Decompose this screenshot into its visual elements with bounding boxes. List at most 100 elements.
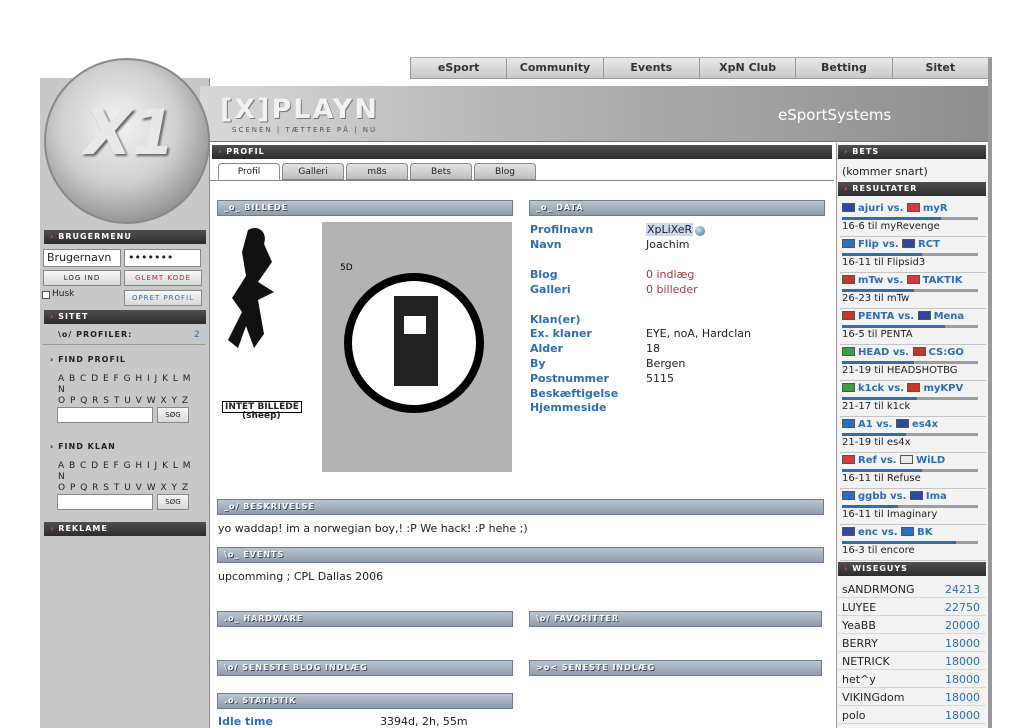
match-teams[interactable]: Flip vs. RCT (842, 239, 940, 250)
match-row[interactable]: enc vs. BK 16-3 til encore (840, 525, 986, 561)
profile-search-button[interactable]: SØG (157, 407, 189, 423)
wiseguy-row[interactable]: het^y 18000 (838, 670, 986, 688)
match-row[interactable]: ajuri vs. myR 16-6 til myRevenge (840, 201, 986, 237)
remember-checkbox[interactable] (42, 291, 50, 299)
match-row[interactable]: Flip vs. RCT 16-11 til Flipsid3 (840, 237, 986, 273)
no-picture-subcaption: (sheep) (242, 411, 281, 421)
tab-galleri[interactable]: Galleri (282, 163, 344, 180)
match-teams[interactable]: enc vs. BK (842, 527, 932, 538)
match-teams[interactable]: k1ck vs. myKPV (842, 383, 963, 394)
match-row[interactable]: mTw vs. TAKTIK 26-23 til mTw (840, 273, 986, 309)
navn-label: Navn (530, 238, 562, 251)
nav-esport[interactable]: eSport (410, 58, 506, 78)
wiseguy-score: 20000 (945, 619, 980, 632)
match-row[interactable]: PENTA vs. Mena 16-5 til PENTA (840, 309, 986, 345)
match-teams[interactable]: HEAD vs. CS:GO (842, 347, 964, 358)
match-teams[interactable]: ajuri vs. myR (842, 203, 948, 214)
wiseguy-row[interactable]: sANDRMONG 24213 (838, 580, 986, 598)
team1-name: ggbb (858, 491, 887, 502)
match-teams[interactable]: ggbb vs. Ima (842, 491, 947, 502)
match-row[interactable]: A1 vs. es4x 21-19 til es4x (840, 417, 986, 453)
team2-name: BK (917, 527, 933, 538)
match-result: 16-11 til Imaginary (842, 509, 938, 520)
profile-search-input[interactable] (57, 407, 153, 423)
wiseguy-name[interactable]: BERRY (842, 637, 878, 650)
match-teams[interactable]: PENTA vs. Mena (842, 311, 964, 322)
wiseguy-name[interactable]: YeaBB (842, 619, 876, 632)
team1-name: mTw (858, 275, 884, 286)
nav-community[interactable]: Community (506, 58, 602, 78)
site-logo[interactable]: [X]PLAYN (220, 94, 379, 125)
bets-header: › BETS (838, 145, 986, 159)
score-bar-fill (842, 469, 923, 472)
clan-search-button[interactable]: SØG (157, 494, 189, 510)
profile-letters[interactable]: A B C D E F G H I J K L M NO P Q R S T U… (58, 374, 198, 407)
match-teams[interactable]: Ref vs. WiLD (842, 455, 945, 466)
match-teams[interactable]: mTw vs. TAKTIK (842, 275, 962, 286)
profilnavn-value[interactable]: XpLiXeR (646, 223, 694, 236)
galleri-label[interactable]: Galleri (530, 283, 571, 296)
team1-name: HEAD (858, 347, 890, 358)
wiseguy-row[interactable]: YeaBB 20000 (838, 616, 986, 634)
nav-sitet[interactable]: Sitet (891, 58, 988, 78)
nav-betting[interactable]: Betting (795, 58, 891, 78)
tab-blog[interactable]: Blog (474, 163, 536, 180)
by-value: Bergen (646, 357, 686, 370)
forgot-password-button[interactable]: GLEMT KODE (124, 270, 202, 286)
wiseguy-score: 18000 (945, 709, 980, 722)
tab-bets[interactable]: Bets (410, 163, 472, 180)
tab-m8s[interactable]: m8s (346, 163, 408, 180)
nav-xpn-club[interactable]: XpN Club (698, 58, 795, 78)
match-row[interactable]: k1ck vs. myKPV 21-17 til k1ck (840, 381, 986, 417)
wiseguy-row[interactable]: LUYEE 22750 (838, 598, 986, 616)
wiseguy-row[interactable]: VIKINGdom 18000 (838, 688, 986, 706)
site-title: SITET (58, 312, 89, 321)
status-orb-icon (695, 226, 705, 236)
wiseguy-name[interactable]: polo (842, 709, 866, 722)
create-profile-button[interactable]: OPRET PROFIL (124, 290, 202, 306)
tab-profil[interactable]: Profil (218, 163, 280, 180)
score-bar-fill (842, 505, 898, 508)
team2-name: CS:GO (928, 347, 964, 358)
wiseguy-name[interactable]: LUYEE (842, 601, 876, 614)
vs-label: vs. (897, 311, 915, 322)
wiseguy-row[interactable]: NETRICK 18000 (838, 652, 986, 670)
clan-search-input[interactable] (57, 494, 153, 510)
match-row[interactable]: Ref vs. WiLD 16-11 til Refuse (840, 453, 986, 489)
score-bar-fill (842, 325, 946, 328)
login-button[interactable]: LOG IND (43, 270, 121, 286)
bar-smiley: \o/ (536, 614, 555, 623)
wiseguys-title: WISEGUYS (852, 564, 908, 573)
wiseguy-name[interactable]: VIKINGdom (842, 691, 904, 704)
site-tagline: SCENEN | TÆTTERE PÅ | NU (232, 126, 378, 134)
password-input[interactable]: ••••••• (124, 249, 201, 267)
team2-name: Mena (933, 311, 965, 322)
clan-letters-row1[interactable]: A B C D E F G H I J K L M N (58, 461, 198, 483)
nav-events[interactable]: Events (602, 58, 699, 78)
wiseguy-row[interactable]: BERRY 18000 (838, 634, 986, 652)
ads-header: › REKLAME (44, 522, 206, 536)
vs-label: vs. (882, 239, 899, 250)
clan-letters[interactable]: A B C D E F G H I J K L M NO P Q R S T U… (58, 461, 198, 494)
wiseguy-name[interactable]: sANDRMONG (842, 583, 915, 596)
match-teams[interactable]: A1 vs. es4x (842, 419, 938, 430)
match-row[interactable]: ggbb vs. Ima 16-11 til Imaginary (840, 489, 986, 525)
wiseguy-score: 18000 (945, 673, 980, 686)
flag-icon (906, 275, 920, 284)
blog-value[interactable]: 0 indlæg (646, 268, 694, 281)
match-row[interactable]: HEAD vs. CS:GO 21-19 til HEADSHOTBG (840, 345, 986, 381)
wiseguy-name[interactable]: NETRICK (842, 655, 890, 668)
blog-label[interactable]: Blog (530, 268, 558, 281)
wiseguy-row[interactable]: polo 18000 (838, 706, 986, 724)
team1-name: PENTA (858, 311, 895, 322)
bar-smiley: \o/ (224, 663, 243, 672)
picture-tag: 5D (340, 263, 353, 273)
wiseguy-name[interactable]: het^y (842, 673, 876, 686)
divider (42, 344, 206, 345)
profile-letters-row1[interactable]: A B C D E F G H I J K L M N (58, 374, 198, 396)
clan-letters-row2[interactable]: O P Q R S T U V W X Y Z (58, 483, 198, 494)
profile-letters-row2[interactable]: O P Q R S T U V W X Y Z (58, 396, 198, 407)
username-input[interactable]: Brugernavn (43, 249, 121, 267)
galleri-value[interactable]: 0 billeder (646, 283, 698, 296)
team1-name: Ref (858, 455, 877, 466)
